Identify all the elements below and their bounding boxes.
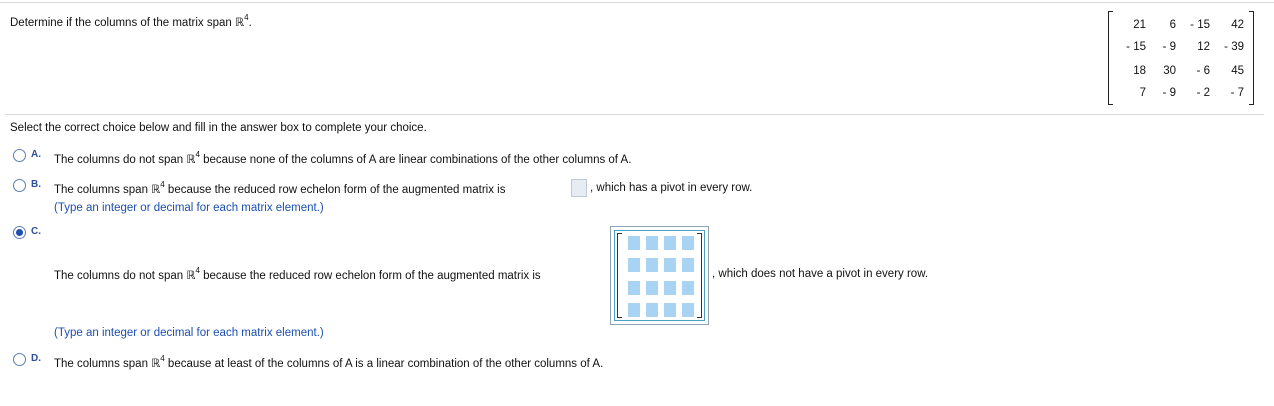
question-label: Determine if the columns of the matrix s…	[10, 17, 235, 29]
matrix-cell: - 7	[1230, 87, 1244, 99]
choice-d-text[interactable]: The columns span ℝ4 because at least of …	[54, 354, 604, 370]
matrix-right-bracket	[697, 233, 702, 318]
section-divider	[5, 114, 1264, 115]
choice-a-text-start: The columns do not span	[54, 154, 187, 166]
matrix-cell-input[interactable]	[664, 258, 676, 272]
matrix-cell-input[interactable]	[646, 281, 658, 295]
choice-a-radio[interactable]	[13, 149, 26, 162]
matrix-cell: - 39	[1224, 41, 1244, 53]
space-exponent: 4	[195, 150, 200, 160]
matrix-input-frame	[614, 230, 705, 321]
choice-c-text-start: The columns do not span	[54, 270, 187, 282]
matrix-cell-input[interactable]	[682, 281, 694, 295]
choice-d-text-end: because at least of the columns of A is …	[164, 358, 604, 370]
choice-c-matrix-input[interactable]	[610, 226, 709, 325]
matrix-row: - 15 - 9 12 - 39	[1108, 41, 1254, 55]
matrix-cell: 45	[1231, 65, 1244, 77]
question-text: Determine if the columns of the matrix s…	[10, 13, 252, 29]
space-exponent: 4	[160, 354, 165, 364]
choice-a-text[interactable]: The columns do not span ℝ4 because none …	[54, 150, 632, 166]
matrix-cell-input[interactable]	[646, 303, 658, 317]
space-exponent: 4	[195, 266, 200, 276]
matrix-cell-input[interactable]	[646, 258, 658, 272]
real-space-symbol: ℝ	[235, 17, 245, 29]
choice-b-text-mid: because the reduced row echelon form of …	[164, 184, 506, 196]
choice-c-text[interactable]: The columns do not span ℝ4 because the r…	[54, 266, 541, 282]
matrix-cell-input[interactable]	[664, 236, 676, 250]
matrix-cell-input[interactable]	[682, 236, 694, 250]
matrix-cell-input[interactable]	[682, 258, 694, 272]
choice-c-text-mid: because the reduced row echelon form of …	[199, 270, 541, 282]
choice-b-hint: (Type an integer or decimal for each mat…	[54, 202, 324, 214]
matrix-cell-input[interactable]	[646, 236, 658, 250]
choice-b-text-end: , which has a pivot in every row.	[590, 182, 753, 194]
real-space-symbol: ℝ	[151, 184, 161, 196]
matrix-cell-input[interactable]	[628, 236, 640, 250]
real-space-symbol: ℝ	[151, 358, 161, 370]
matrix-cell-input[interactable]	[664, 281, 676, 295]
matrix-cell-input[interactable]	[628, 258, 640, 272]
choice-b-matrix-answer-box[interactable]	[571, 179, 587, 197]
choice-a-text-end: because none of the columns of A are lin…	[199, 154, 632, 166]
instruction-text: Select the correct choice below and fill…	[10, 122, 427, 134]
choice-c-text-end: , which does not have a pivot in every r…	[712, 268, 929, 280]
choice-b-radio[interactable]	[13, 179, 26, 192]
matrix-cell-input[interactable]	[664, 303, 676, 317]
matrix-cell-input[interactable]	[682, 303, 694, 317]
choice-c-hint: (Type an integer or decimal for each mat…	[54, 327, 324, 339]
choice-c-radio[interactable]	[13, 226, 26, 239]
choice-d-radio[interactable]	[13, 353, 26, 366]
space-exponent: 4	[160, 180, 165, 190]
matrix-cell-input[interactable]	[628, 281, 640, 295]
matrix-cell-input[interactable]	[628, 303, 640, 317]
choice-b-text[interactable]: The columns span ℝ4 because the reduced …	[54, 180, 506, 196]
matrix-left-bracket	[617, 233, 622, 318]
space-exponent: 4	[244, 13, 249, 23]
given-matrix: 21 6 - 15 42 - 15 - 9 12 - 39 18 30 - 6 …	[1108, 11, 1254, 105]
choice-d-letter: D.	[31, 353, 41, 364]
matrix-row: 18 30 - 6 45	[1108, 65, 1254, 79]
matrix-row: 7 - 9 - 2 - 7	[1108, 87, 1254, 101]
choice-a-letter: A.	[31, 149, 41, 160]
top-divider	[0, 2, 1274, 3]
choice-b-letter: B.	[31, 179, 41, 190]
question-period: .	[248, 17, 252, 29]
choice-b-text-start: The columns span	[54, 184, 152, 196]
choice-d-text-start: The columns span	[54, 358, 152, 370]
choice-c-letter: C.	[31, 226, 41, 237]
matrix-cell: 42	[1231, 19, 1244, 31]
matrix-row: 21 6 - 15 42	[1108, 19, 1254, 33]
